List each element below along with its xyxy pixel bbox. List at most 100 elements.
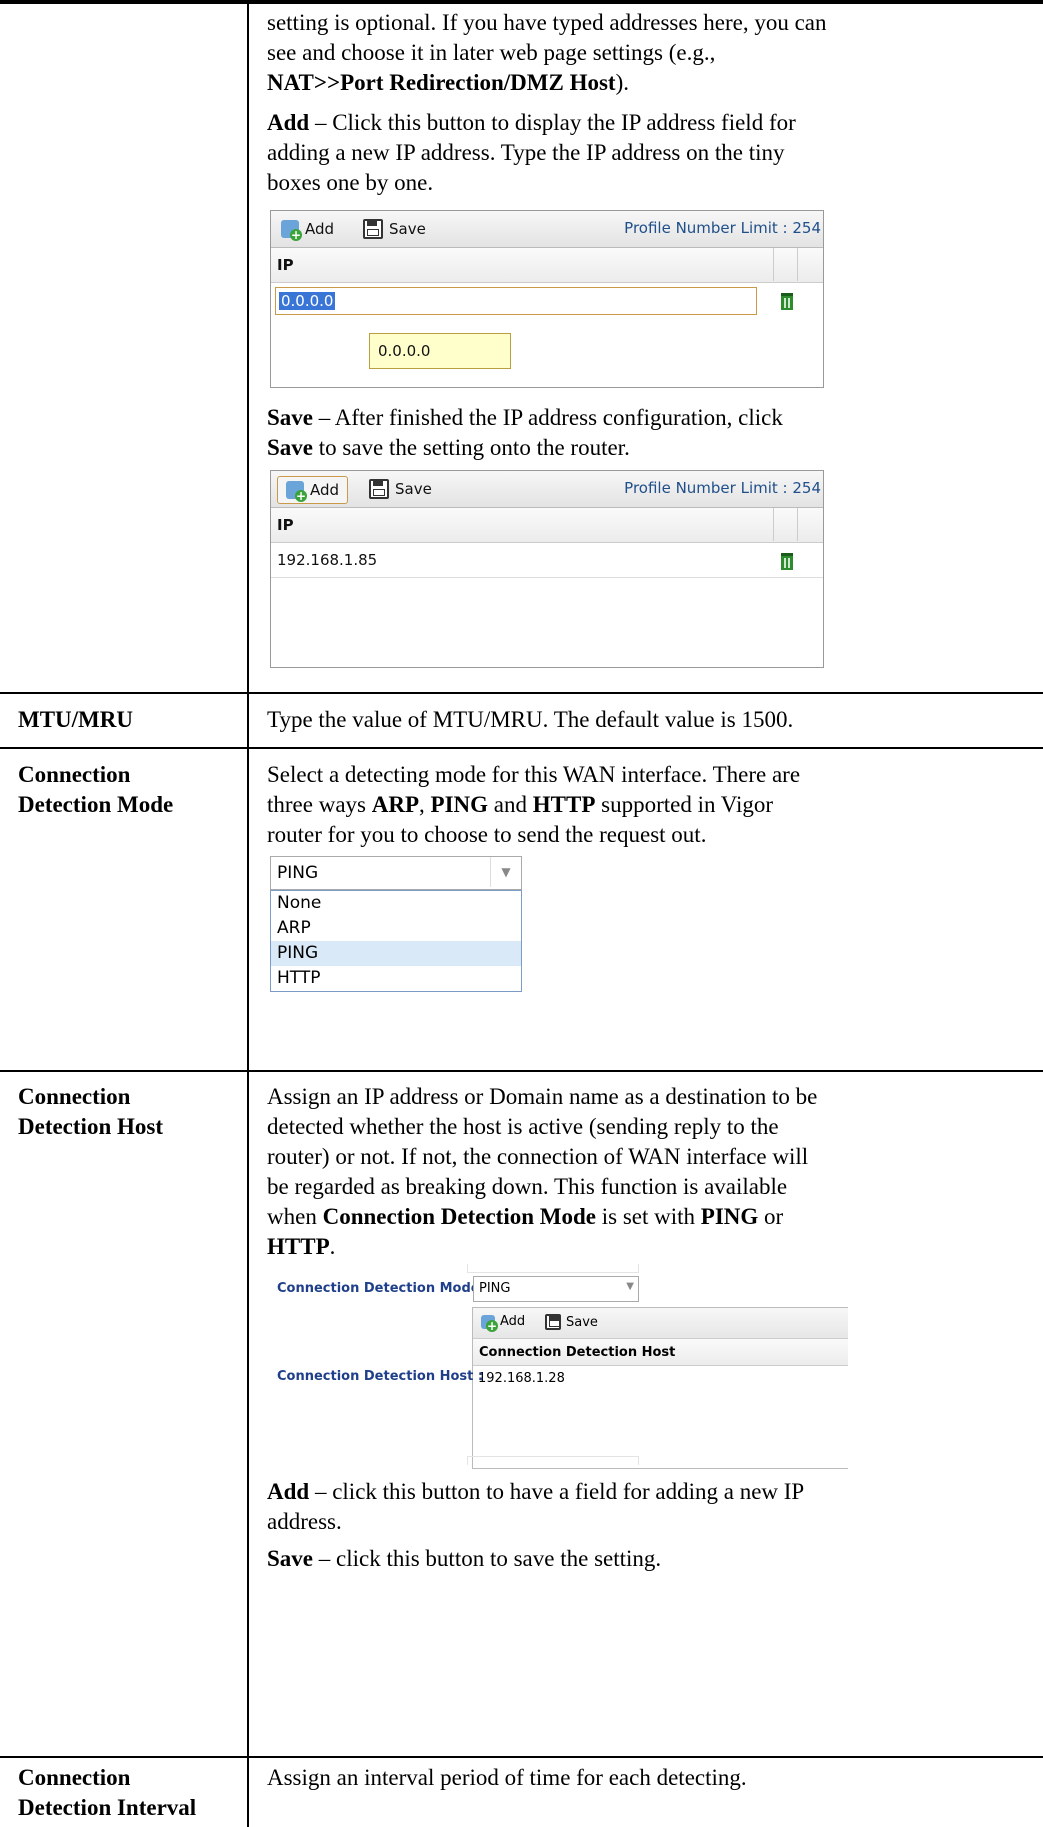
panel-toolbar: Add Save Profile Number Limit : 254: [271, 211, 823, 248]
add-icon: [286, 481, 307, 502]
save-term: Save: [267, 435, 313, 460]
save-button-label: Save: [389, 220, 426, 238]
save-desc-line: Save to save the setting onto the router…: [267, 433, 1027, 463]
intro-line: NAT>>Port Redirection/DMZ Host).: [267, 68, 1027, 98]
faded-row-top: [467, 1264, 639, 1273]
dropdown-option-http[interactable]: HTTP: [271, 966, 521, 991]
header-cell: [797, 248, 820, 281]
add-button-label: Add: [500, 1314, 526, 1329]
cdh-line: HTTP.: [267, 1234, 336, 1259]
ip-list-panel-save: Add Save Profile Number Limit : 254 IP 1…: [270, 470, 824, 668]
ip-tooltip-box: 0.0.0.0: [369, 333, 511, 369]
column-header-row: IP: [271, 508, 823, 543]
table-top-border: [0, 0, 1043, 4]
save-icon: [545, 1314, 561, 1330]
mode-select-value: PING: [479, 1281, 511, 1296]
cdm-description: Select a detecting mode for this WAN int…: [267, 760, 1027, 850]
dropdown-option-none[interactable]: None: [271, 891, 521, 916]
tooltip-value: 0.0.0.0: [378, 342, 431, 360]
cdh-description: Assign an IP address or Domain name as a…: [267, 1082, 1027, 1262]
column-header-row: IP: [271, 248, 823, 283]
cdm-label-line: Detection Mode: [18, 792, 174, 817]
mtu-description: Type the value of MTU/MRU. The default v…: [267, 707, 794, 732]
mode-field-label: Connection Detection Mode :: [277, 1281, 490, 1296]
add-button-label: Add: [305, 220, 335, 238]
faded-row-bottom: [467, 1456, 639, 1465]
host-list-toolbar: Add Save: [473, 1308, 848, 1339]
add-icon: [281, 220, 302, 241]
column-divider: [247, 0, 249, 1827]
row-divider: [0, 1070, 1043, 1072]
add-button[interactable]: Add: [277, 476, 349, 504]
header-cell: [773, 508, 796, 541]
dropdown-option-ping[interactable]: PING: [271, 941, 521, 966]
add-desc-line: adding a new IP address. Type the IP add…: [267, 140, 785, 165]
profile-limit-label: Profile Number Limit : 254: [624, 479, 821, 497]
cdm-label-line: Connection: [18, 762, 131, 787]
delete-icon[interactable]: [781, 553, 793, 570]
cdi-label-line: Detection Interval: [18, 1795, 197, 1820]
ip-address-input[interactable]: 0.0.0.0: [275, 287, 757, 315]
cdi-description: Assign an interval period of time for ea…: [267, 1765, 747, 1790]
dropdown-options: None ARP PING HTTP: [270, 890, 522, 992]
ip-column-header: IP: [277, 256, 294, 274]
detection-mode-dropdown[interactable]: PING ▼ None ARP PING HTTP: [270, 856, 522, 992]
cdh-line: be regarded as breaking down. This funct…: [267, 1174, 788, 1199]
host-column-header-text: Connection Detection Host: [479, 1345, 676, 1360]
mtu-label: MTU/MRU: [18, 707, 133, 732]
add-button[interactable]: Add: [281, 216, 334, 242]
delete-icon[interactable]: [781, 293, 793, 310]
header-cell: [773, 248, 796, 281]
save-button-label: Save: [566, 1314, 598, 1330]
profile-limit-label: Profile Number Limit : 254: [624, 219, 821, 237]
add-button-label: Add: [310, 481, 340, 499]
chevron-down-icon[interactable]: ▼: [490, 857, 521, 887]
row-divider: [0, 747, 1043, 749]
cdm-label: Connection Detection Mode: [18, 760, 173, 820]
ip-list-row[interactable]: 192.168.1.85: [271, 543, 823, 578]
dropdown-option-arp[interactable]: ARP: [271, 916, 521, 941]
cdh-add-line: address.: [267, 1509, 342, 1534]
mode-select[interactable]: PING ▼: [473, 1276, 639, 1302]
cdh-label-line: Detection Host: [18, 1114, 163, 1139]
save-button[interactable]: Save: [363, 216, 426, 242]
intro-suffix: ).: [615, 70, 630, 95]
cdh-line: detected whether the host is active (sen…: [267, 1114, 779, 1139]
add-desc-line: boxes one by one.: [267, 170, 434, 195]
panel-toolbar: Add Save Profile Number Limit : 254: [271, 471, 823, 508]
cdm-line: three ways ARP, PING and HTTP supported …: [267, 792, 774, 817]
add-icon: [481, 1314, 498, 1332]
host-row[interactable]: 192.168.1.28: [473, 1366, 848, 1390]
cdh-add-line: Add – click this button to have a field …: [267, 1479, 805, 1504]
cdh-label: Connection Detection Host: [18, 1082, 163, 1142]
host-list-box: Add Save Connection Detection Host 192.1…: [472, 1307, 848, 1469]
host-row-value: 192.168.1.28: [478, 1371, 565, 1386]
save-icon: [369, 479, 389, 499]
cdh-line: router) or not. If not, the connection o…: [267, 1144, 809, 1169]
save-icon: [363, 219, 383, 239]
ip-input-value: 0.0.0.0: [279, 292, 336, 310]
chevron-down-icon[interactable]: ▼: [626, 1281, 634, 1292]
dropdown-selected-value: PING: [277, 863, 319, 883]
ip-row-value: 192.168.1.85: [277, 551, 378, 569]
intro-line: setting is optional. If you have typed a…: [267, 10, 827, 35]
dropdown-selected[interactable]: PING ▼: [270, 856, 522, 890]
header-cell: [797, 508, 820, 541]
intro-paragraph: setting is optional. If you have typed a…: [267, 8, 1027, 98]
ip-list-panel-add: Add Save Profile Number Limit : 254 IP 0…: [270, 210, 824, 388]
row-divider: [0, 1756, 1043, 1758]
add-button[interactable]: Add: [481, 1314, 526, 1332]
host-field-label: Connection Detection Host :: [277, 1369, 484, 1384]
cdh-line: Assign an IP address or Domain name as a…: [267, 1084, 818, 1109]
row-divider: [0, 692, 1043, 694]
cdh-line: when Connection Detection Mode is set wi…: [267, 1204, 784, 1229]
save-desc-text: to save the setting onto the router.: [313, 435, 630, 460]
intro-line: see and choose it in later web page sett…: [267, 40, 716, 65]
cdm-line: router for you to choose to send the req…: [267, 822, 707, 847]
save-button[interactable]: Save: [545, 1314, 598, 1330]
cdh-label-line: Connection: [18, 1084, 131, 1109]
nat-link-text: NAT>>Port Redirection/DMZ Host: [267, 70, 616, 95]
save-button[interactable]: Save: [369, 476, 432, 502]
host-column-header: Connection Detection Host: [473, 1339, 848, 1366]
save-button-label: Save: [395, 480, 432, 498]
